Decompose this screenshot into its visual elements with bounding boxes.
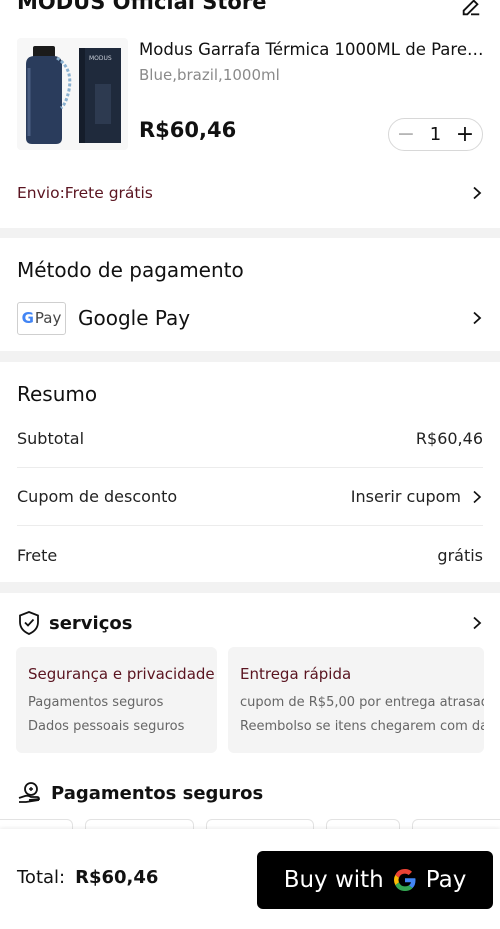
services-header[interactable]: serviços: [17, 609, 483, 637]
service-card-security[interactable]: Segurança e privacidade Pagamentos segur…: [16, 647, 217, 753]
secure-payments-title: Pagamentos seguros: [51, 782, 264, 804]
service-card-delivery[interactable]: Entrega rápida cupom de R$5,00 por entre…: [228, 647, 484, 753]
thermal-bottle-image: MODUS: [17, 38, 128, 150]
summary-value: grátis: [437, 545, 483, 565]
chevron-right-icon: [473, 311, 482, 325]
summary-row-shipping: Frete grátis: [17, 526, 483, 584]
product-image[interactable]: MODUS: [17, 38, 128, 150]
service-card-line: Reembolso se itens chegarem com dano: [240, 719, 484, 734]
service-card-line: Dados pessoais seguros: [28, 719, 185, 734]
summary-row-coupon[interactable]: Cupom de desconto Inserir cupom: [17, 468, 483, 526]
total-value: R$60,46: [75, 867, 159, 888]
chevron-right-icon: [473, 186, 482, 200]
buy-button-label: Buy with: [283, 867, 384, 893]
product-variant[interactable]: Blue,brazil,1000ml: [139, 66, 280, 84]
quantity-value: 1: [429, 124, 442, 145]
shield-check-icon: [19, 611, 39, 635]
summary-value: R$60,46: [415, 429, 483, 448]
order-total: Total: R$60,46: [17, 867, 158, 888]
order-summary-section: Resumo Subtotal R$60,46 Cupom de descont…: [0, 362, 500, 582]
summary-label: Subtotal: [17, 429, 85, 448]
google-g-icon: G: [21, 309, 34, 327]
shipping-option-row[interactable]: Envio:Frete grátis: [17, 180, 483, 206]
quantity-stepper: − 1 +: [388, 118, 483, 151]
buy-button-pay-label: Pay: [425, 867, 467, 893]
shipping-text: Envio:Frete grátis: [17, 184, 153, 202]
summary-label: Cupom de desconto: [17, 487, 178, 506]
service-card-line: Pagamentos seguros: [28, 695, 164, 710]
google-pay-badge: G Pay: [17, 301, 66, 335]
summary-row-subtotal: Subtotal R$60,46: [17, 410, 483, 468]
store-section: MODUS Official Store MODUS Modus Garrafa…: [0, 0, 500, 228]
google-g-icon: [393, 869, 416, 891]
payment-method-section: Método de pagamento G Pay Google Pay: [0, 238, 500, 351]
decrease-quantity-button[interactable]: −: [396, 123, 416, 145]
checkout-bar: Total: R$60,46 Buy with Pay: [0, 829, 500, 929]
payment-method-title: Método de pagamento: [17, 258, 244, 282]
buy-with-google-pay-button[interactable]: Buy with Pay: [257, 851, 493, 909]
service-card-title: Entrega rápida: [240, 665, 352, 683]
services-title: serviços: [49, 612, 133, 634]
summary-title: Resumo: [17, 382, 98, 406]
insert-coupon-link[interactable]: Inserir cupom: [351, 487, 461, 506]
secure-payments-header: Pagamentos seguros: [17, 779, 263, 807]
increase-quantity-button[interactable]: +: [455, 123, 475, 145]
service-card-title: Segurança e privacidade: [28, 665, 215, 683]
total-label: Total:: [17, 867, 66, 888]
chevron-right-icon: [473, 490, 482, 503]
payment-method-label: Google Pay: [78, 306, 191, 330]
summary-label: Frete: [17, 545, 58, 565]
box-brand-text: MODUS: [89, 55, 112, 62]
payment-method-row[interactable]: G Pay Google Pay: [17, 301, 483, 335]
service-card-line: cupom de R$5,00 por entrega atrasada: [240, 695, 484, 710]
product-price: R$60,46: [139, 118, 237, 142]
chevron-right-icon: [473, 616, 482, 630]
store-name[interactable]: MODUS Official Store: [17, 0, 266, 14]
edit-icon[interactable]: [460, 0, 482, 18]
product-title[interactable]: Modus Garrafa Térmica 1000ML de Parede D…: [139, 40, 484, 59]
hand-coin-icon: [18, 782, 40, 803]
